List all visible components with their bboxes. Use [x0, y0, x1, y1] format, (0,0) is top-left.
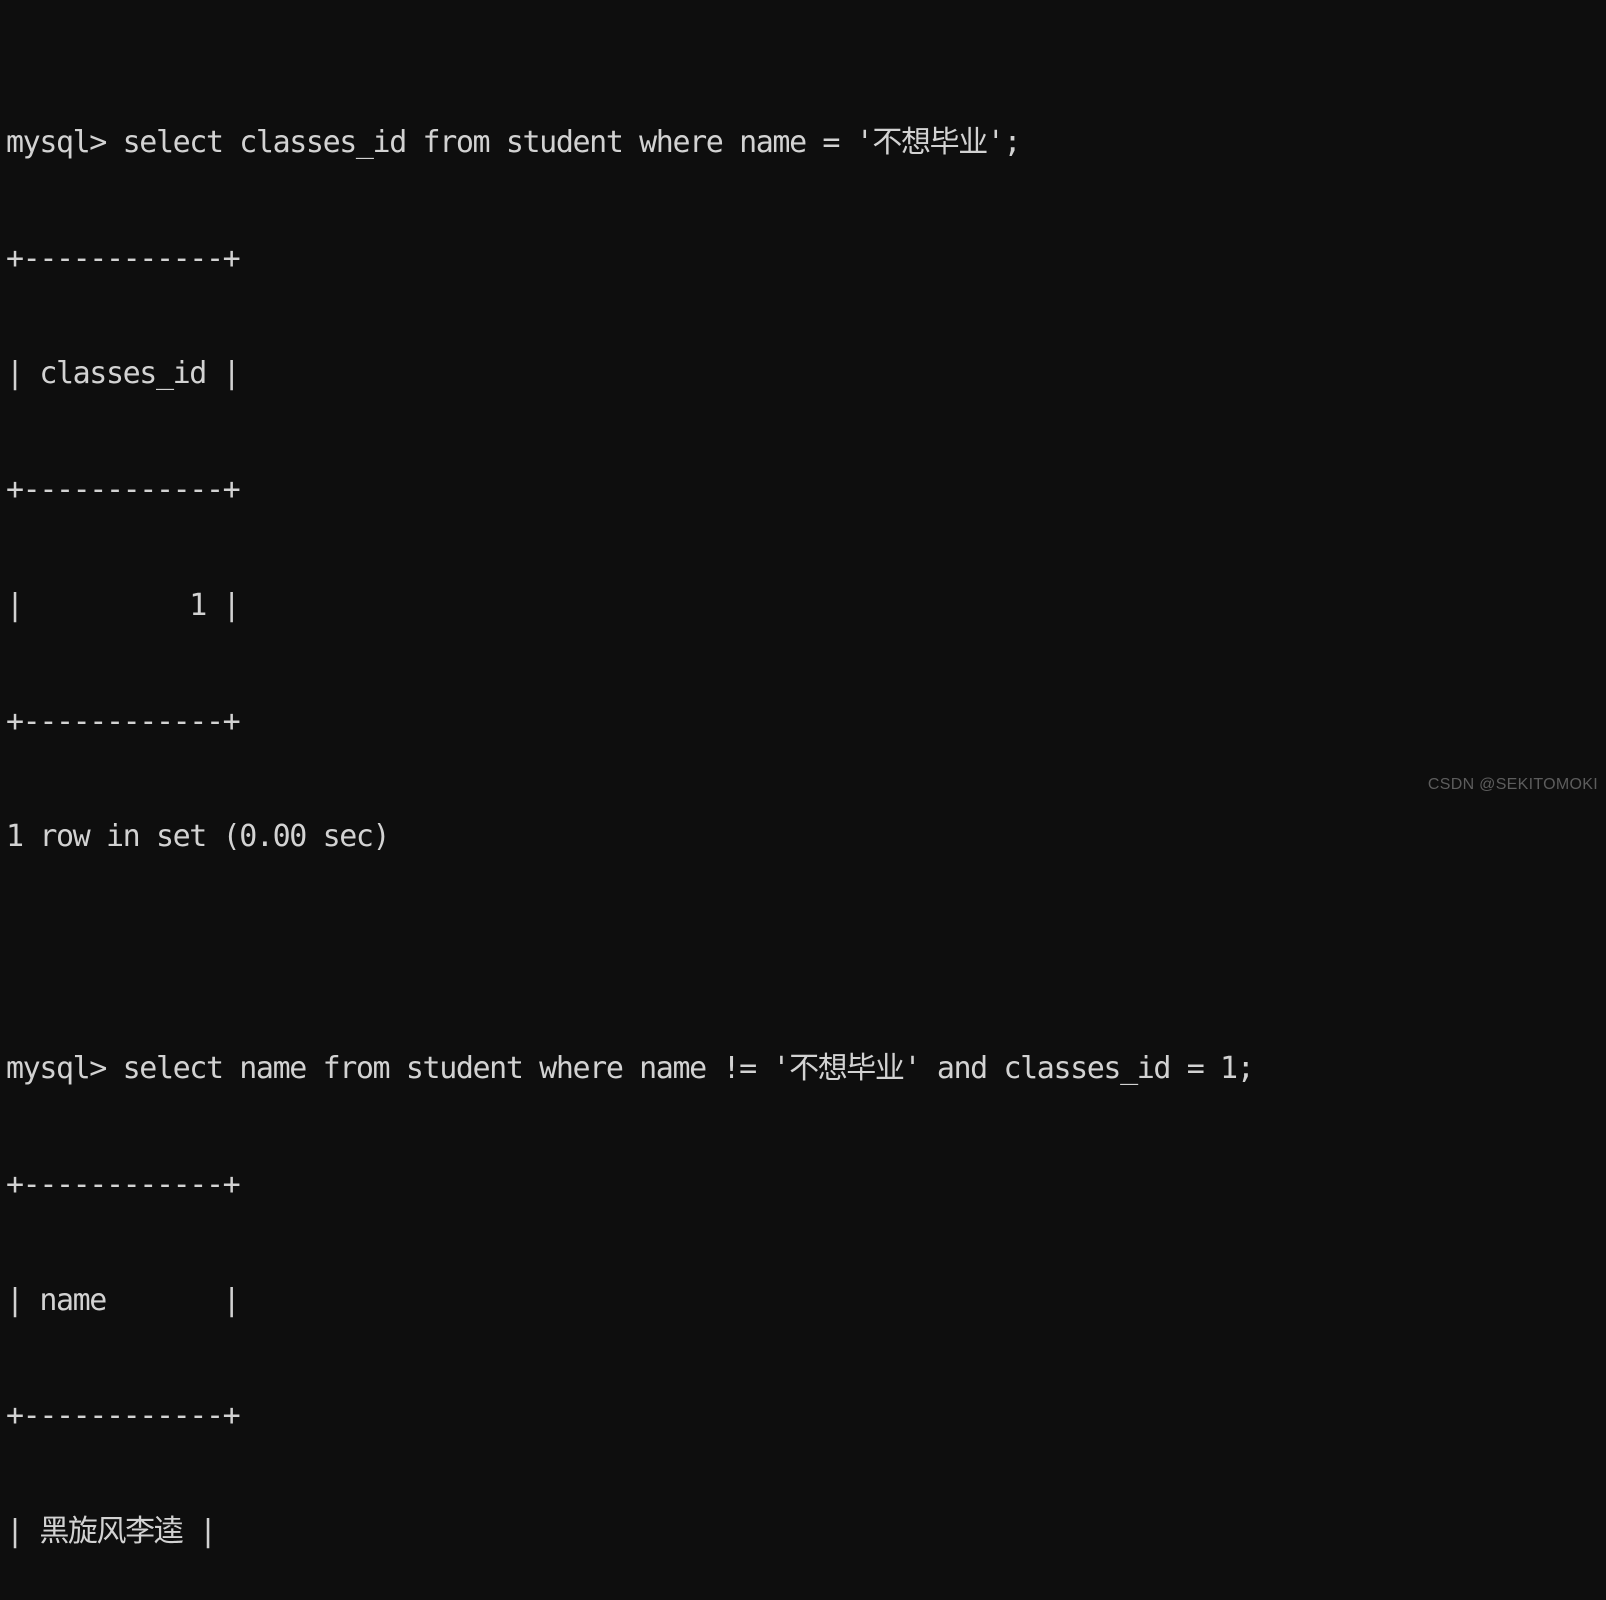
terminal-line-table1-top-border: +------------+ — [6, 240, 241, 276]
csdn-watermark: CSDN @SEKITOMOKI — [1427, 776, 1598, 793]
terminal-line-table2-header-separator: +------------+ — [6, 1398, 241, 1434]
terminal-line-query-1: mysql> select classes_id from student wh… — [6, 124, 1022, 160]
terminal-line-table2-row-1: | 黑旋风李逵 | — [6, 1514, 217, 1550]
terminal-window[interactable]: mysql> select classes_id from student wh… — [0, 0, 1606, 1549]
terminal-line-query-2: mysql> select name from student where na… — [6, 1051, 1255, 1087]
terminal-line-table1-status: 1 row in set (0.00 sec) — [6, 819, 391, 855]
terminal-line-blank-1 — [6, 934, 1606, 973]
terminal-line-table1-row-1: | 1 | — [6, 587, 241, 623]
terminal-line-table2-header: | name | — [6, 1282, 241, 1318]
terminal-line-table1-header-separator: +------------+ — [6, 472, 241, 508]
terminal-output: mysql> select classes_id from student wh… — [6, 8, 1606, 1600]
terminal-line-table1-header: | classes_id | — [6, 356, 241, 392]
terminal-line-table1-bottom-border: +------------+ — [6, 703, 241, 739]
terminal-line-table2-top-border: +------------+ — [6, 1166, 241, 1202]
